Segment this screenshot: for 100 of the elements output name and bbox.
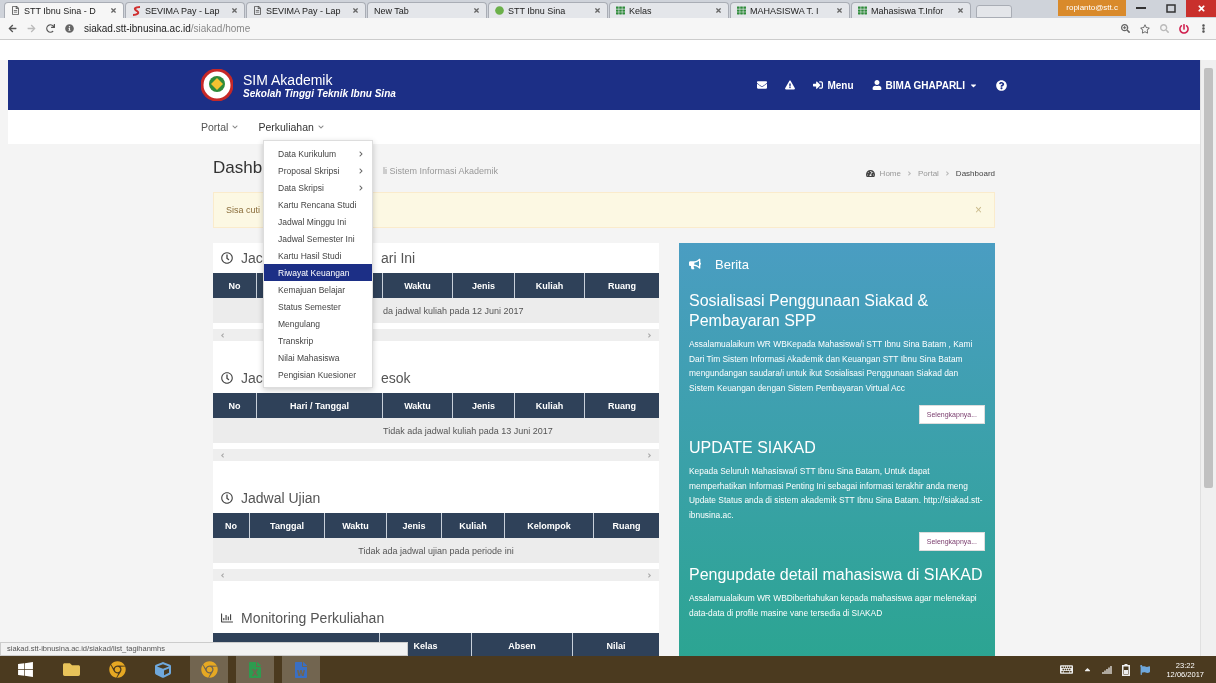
power-icon[interactable] xyxy=(1179,23,1189,34)
caret-icon[interactable] xyxy=(1083,665,1093,674)
close-icon[interactable] xyxy=(352,7,359,14)
star-icon[interactable] xyxy=(1140,23,1150,34)
cube-icon xyxy=(155,661,171,678)
separator-icon xyxy=(905,170,913,177)
column-header: Waktu xyxy=(404,280,431,291)
close-icon[interactable] xyxy=(110,7,117,14)
menu-item[interactable]: Transkrip xyxy=(264,332,372,349)
section-title: esok xyxy=(381,370,411,386)
column-header: Absen xyxy=(508,640,536,651)
megaphone-icon xyxy=(689,258,701,270)
column-header: Jenis xyxy=(402,520,426,531)
browser-tab[interactable]: Mahasiswa T.Infor xyxy=(851,2,971,18)
section-title: Monitoring Perkuliahan xyxy=(241,610,385,626)
logo-icon xyxy=(132,5,141,16)
flag-icon[interactable] xyxy=(1140,664,1151,675)
empty-row: Tidak ada jadwal kuliah pada 13 Juni 2017 xyxy=(213,418,659,443)
spreadsheet-icon xyxy=(247,661,263,678)
info-icon[interactable] xyxy=(65,24,74,33)
chevron-icon xyxy=(317,124,324,130)
browser-tab[interactable]: STT Ibnu Sina - D xyxy=(4,2,124,18)
menu-item[interactable]: Kartu Hasil Studi xyxy=(264,247,372,264)
news-headline: Pengupdate detail mahasiswa di SIAKAD xyxy=(689,565,984,585)
column-header: Kelompok xyxy=(527,520,571,531)
battery-icon[interactable] xyxy=(1122,663,1131,676)
user-menu[interactable]: BIMA GHAPARLI xyxy=(871,79,978,91)
news-body: Assalamualaikum WR WBKepada Mahasiswa/i STT Ibnu Sina Batam , Kami Dari Tim Sistem Informasi Akademik dan Keuangan STT Ibnu Sina Batam mengundangan saudara/i untuk ikut Sosialisasi Penggunaan Siakad dan Sistem Keuangan dengan Sistem Pembayaran Virtual Acc xyxy=(689,338,974,395)
column-header: Ruang xyxy=(608,280,636,291)
nav-menu[interactable]: Portal xyxy=(201,121,239,133)
reload-icon[interactable] xyxy=(46,24,55,33)
menu-item[interactable]: Jadwal Minggu Ini xyxy=(264,213,372,230)
warning-icon[interactable] xyxy=(785,80,796,90)
url-field[interactable]: siakad.stt-ibnusina.ac.id/siakad/home xyxy=(84,23,251,34)
close-icon xyxy=(1196,4,1206,13)
menu-item[interactable]: Proposal Skripsi xyxy=(264,162,372,179)
zoom-icon[interactable] xyxy=(1121,24,1130,33)
dashboard-icon xyxy=(865,169,875,178)
column-header: Jenis xyxy=(472,400,495,411)
folder-icon xyxy=(62,661,80,678)
logo xyxy=(201,69,233,101)
clock-icon xyxy=(221,252,233,264)
close-icon[interactable] xyxy=(715,7,722,14)
chrome-icon xyxy=(108,661,126,678)
nav-menu[interactable]: Perkuliahan xyxy=(258,121,324,133)
institution-name: Sekolah Tinggi Teknik Ibnu Sina xyxy=(243,87,396,99)
alert-text: Sisa cuti xyxy=(226,205,260,215)
keyboard-icon[interactable] xyxy=(1060,663,1074,676)
browser-tab[interactable]: STT Ibnu Sina xyxy=(488,2,608,18)
minimize-icon xyxy=(1136,7,1146,10)
column-header: Hari / Tanggal xyxy=(290,400,349,411)
menu-item[interactable]: Kemajuan Belajar xyxy=(264,281,372,298)
back-icon[interactable] xyxy=(8,24,17,33)
browser-tab[interactable]: MAHASISWA T. I xyxy=(730,2,850,18)
signal-icon[interactable] xyxy=(1102,664,1113,675)
section-title: Jac xyxy=(241,250,263,266)
close-icon[interactable] xyxy=(594,7,601,14)
section-title: ari Ini xyxy=(381,250,416,266)
browser-tab[interactable]: SEVIMA Pay - Lap xyxy=(125,2,245,18)
menu-item[interactable]: Kartu Rencana Studi xyxy=(264,196,372,213)
close-icon[interactable] xyxy=(473,7,480,14)
sign-in-icon xyxy=(813,80,824,90)
column-header: Waktu xyxy=(404,400,431,411)
news-body: Kepada Seluruh Mahasiswa/i STT Ibnu Sina Batam, Untuk dapat memperhatikan Informasi Penting Ini sebagai informasi terakhir anda meng Update Status anda di sistem akademik STT Ibnu Sina Batam. http://siakad.stt-ibnusina.ac. xyxy=(689,465,984,522)
browser-tab[interactable]: New Tab xyxy=(367,2,487,18)
menu-link[interactable]: Menu xyxy=(813,79,854,91)
close-icon[interactable] xyxy=(231,7,238,14)
news-headline: Sosialisasi Penggunaan Siakad & Pembayaran SPP xyxy=(689,291,930,331)
document-icon xyxy=(293,661,309,678)
close-icon[interactable] xyxy=(957,7,964,14)
app-name: SIM Akademik xyxy=(243,71,334,88)
breadcrumb-link[interactable]: Dashboard xyxy=(955,169,995,178)
column-header: Jenis xyxy=(472,280,495,291)
windows-icon xyxy=(16,661,34,678)
grid-icon xyxy=(737,6,746,15)
menu-item[interactable]: Jadwal Semester Ini xyxy=(264,230,372,247)
section-title: Jac xyxy=(241,370,263,386)
menu-item[interactable]: Nilai Mahasiswa xyxy=(264,349,372,366)
browser-tab[interactable]: Kelas xyxy=(609,2,729,18)
menu-item[interactable]: Data Skripsi xyxy=(264,179,372,196)
chevron-icon xyxy=(232,124,239,130)
menu-icon[interactable] xyxy=(1199,24,1208,33)
menu-item[interactable]: Riwayat Keuangan xyxy=(264,264,372,281)
help-icon[interactable] xyxy=(996,79,1007,91)
browser-tab[interactable]: SEVIMA Pay - Lap xyxy=(246,2,366,18)
page-icon xyxy=(253,6,262,15)
scrollbar[interactable] xyxy=(1200,60,1216,656)
separator-icon xyxy=(943,170,951,177)
menu-item[interactable]: Status Semester xyxy=(264,298,372,315)
column-header: Kelas xyxy=(413,640,438,651)
mail-icon[interactable] xyxy=(757,80,768,90)
grid-icon xyxy=(616,6,625,15)
grid-icon xyxy=(858,6,867,15)
menu-item[interactable]: Pengisian Kuesioner xyxy=(264,366,372,383)
menu-item[interactable]: Data Kurikulum xyxy=(264,145,372,162)
section-title: Jadwal Ujian xyxy=(241,490,321,506)
close-icon[interactable] xyxy=(836,7,843,14)
bar-chart-icon xyxy=(221,612,233,624)
column-header: Kuliah xyxy=(535,280,564,291)
close-button[interactable] xyxy=(1186,0,1216,17)
